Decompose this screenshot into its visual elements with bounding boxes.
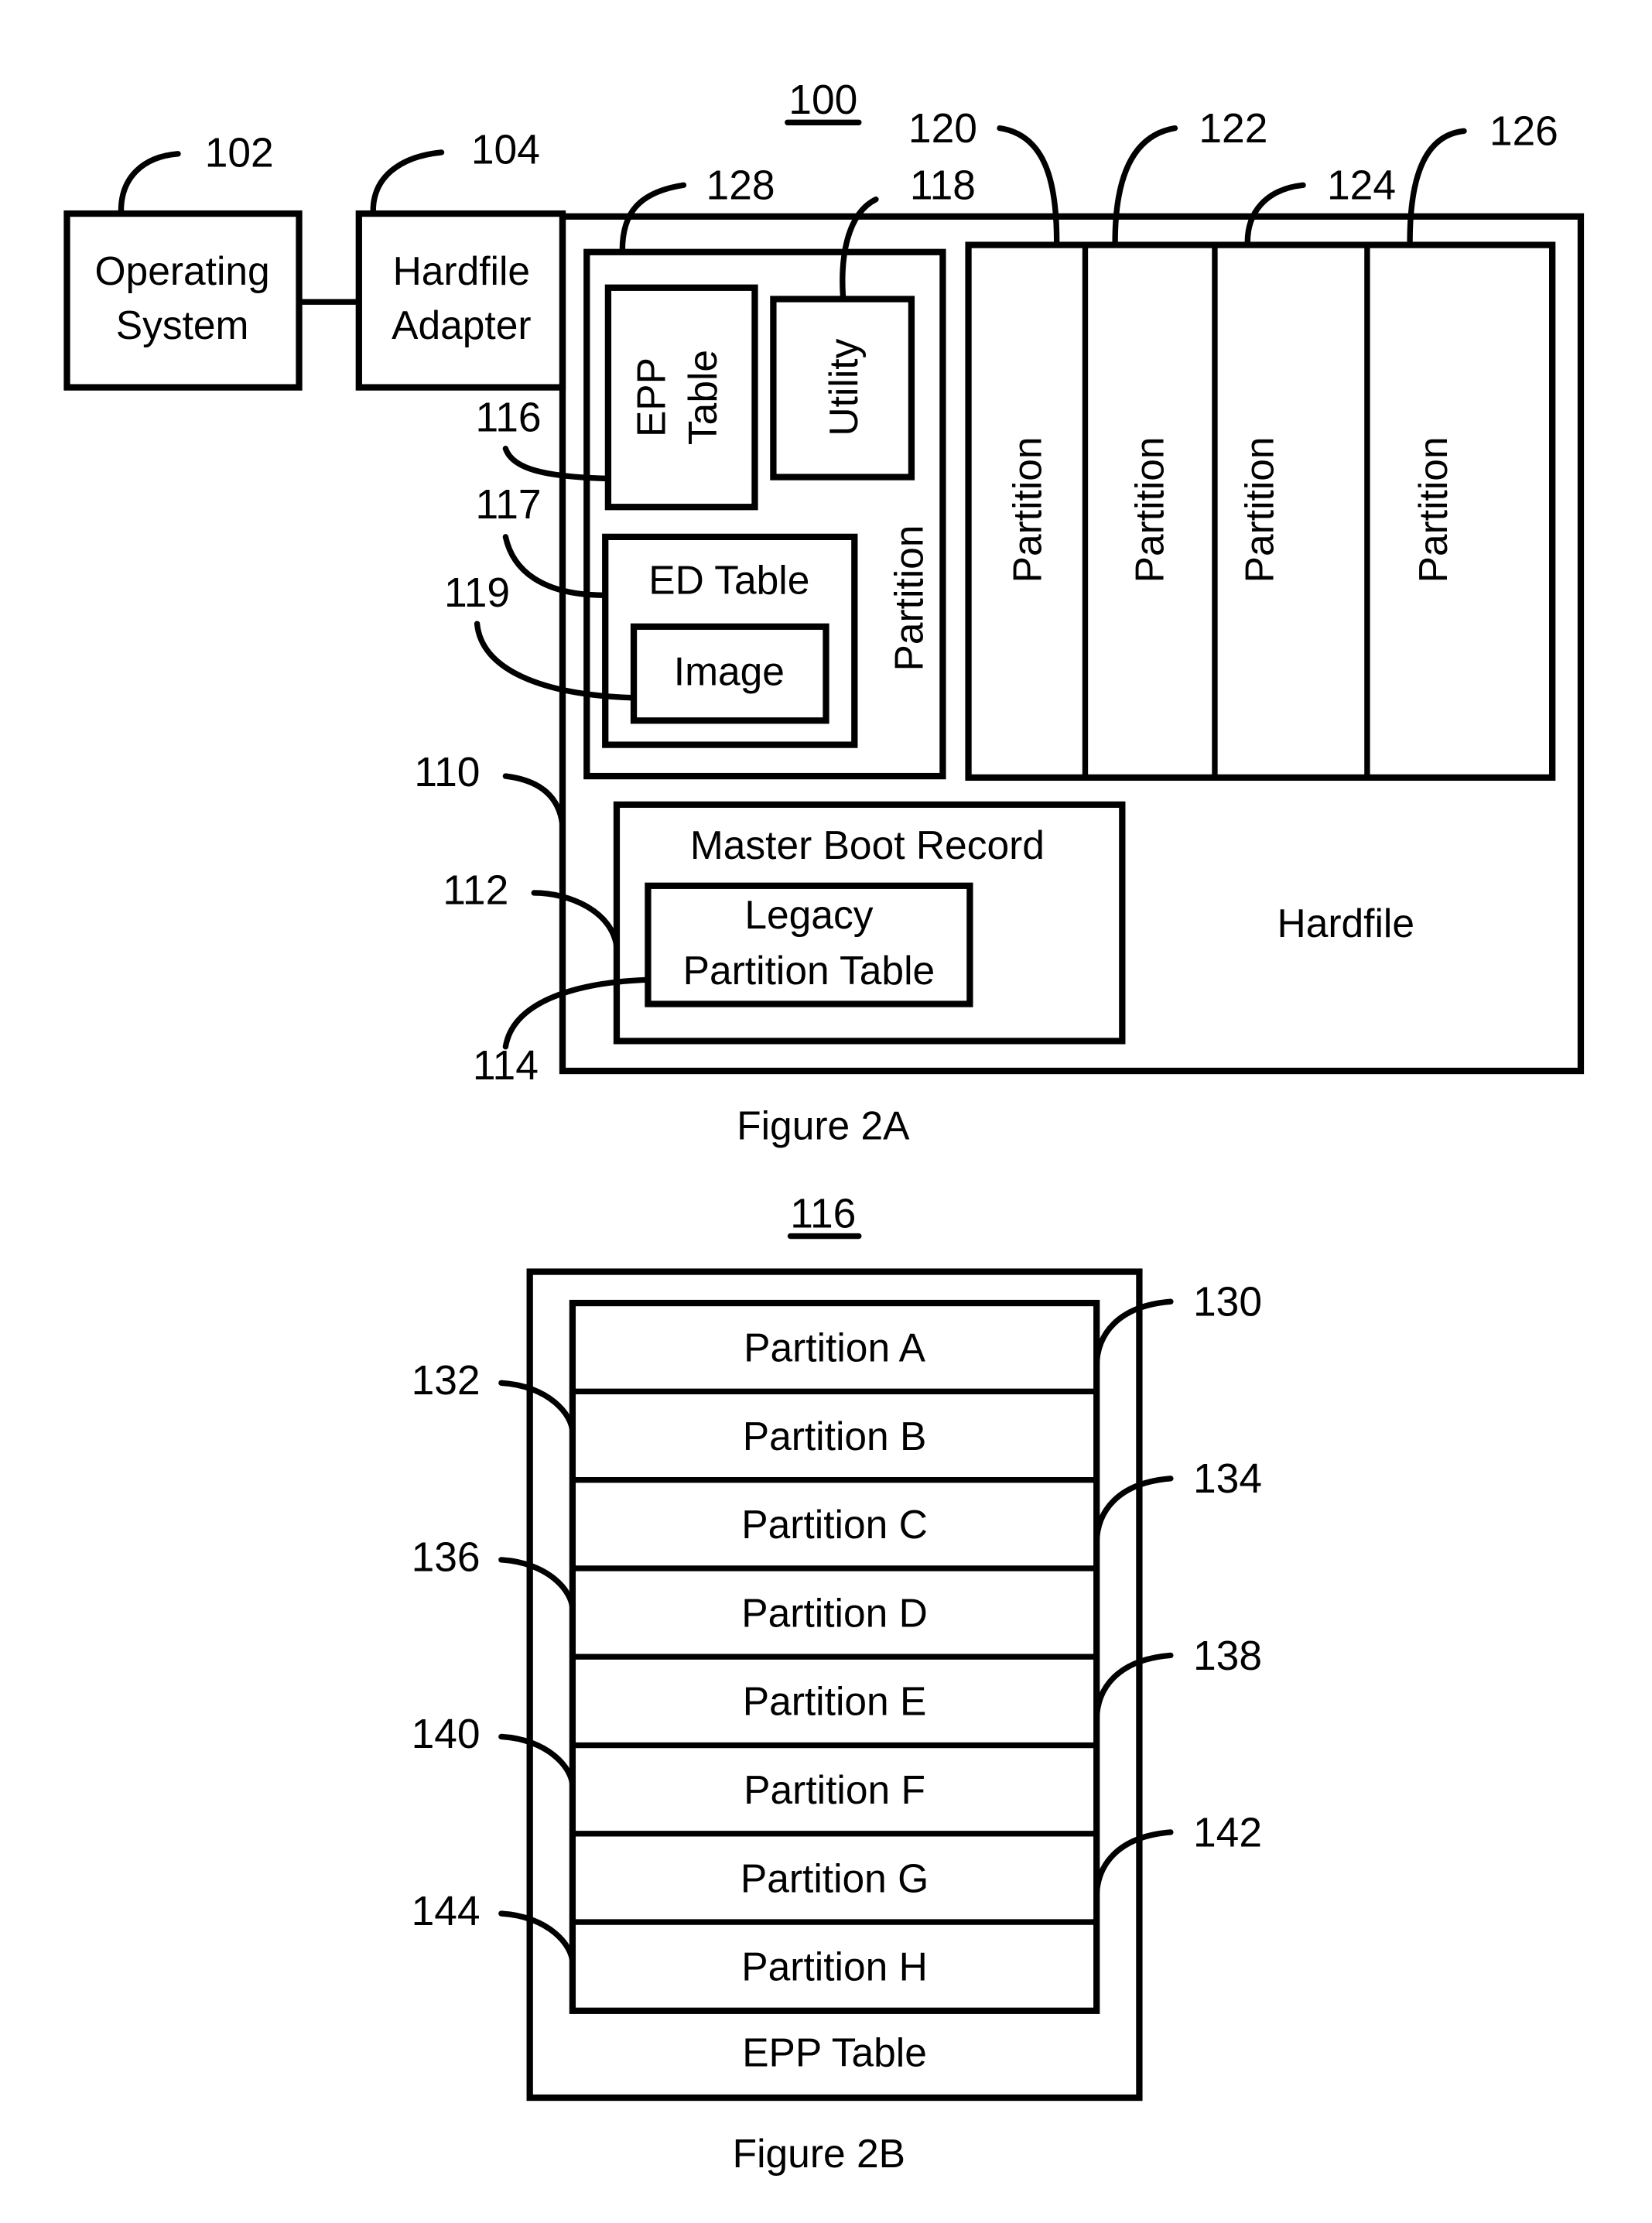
ref-119: 119 bbox=[444, 570, 510, 616]
legacy-partition-table-label-1: Legacy bbox=[744, 892, 873, 937]
ref-144: 144 bbox=[412, 1889, 481, 1934]
epp-table-label-2: Table bbox=[680, 350, 725, 445]
operating-system-label-2: System bbox=[116, 303, 249, 347]
leader-104 bbox=[370, 149, 445, 214]
ref-112: 112 bbox=[443, 868, 508, 914]
utility-partition-label: Partition bbox=[887, 525, 932, 672]
epp-row-label: Partition E bbox=[743, 1679, 927, 1724]
leader-120 bbox=[997, 125, 1060, 245]
epp-row-label: Partition G bbox=[740, 1855, 929, 1900]
master-boot-record-label: Master Boot Record bbox=[690, 823, 1045, 867]
figure-2a-ref: 100 bbox=[788, 77, 857, 123]
epp-row-label: Partition C bbox=[741, 1502, 928, 1547]
epp-row-label: Partition F bbox=[744, 1767, 925, 1812]
leader-132 bbox=[498, 1380, 576, 1436]
ref-110: 110 bbox=[414, 750, 480, 795]
leader-130 bbox=[1093, 1298, 1174, 1370]
leader-119 bbox=[474, 621, 637, 701]
ref-128: 128 bbox=[706, 163, 775, 209]
ref-120: 120 bbox=[908, 106, 977, 152]
operating-system-label-1: Operating bbox=[94, 248, 269, 293]
ref-136: 136 bbox=[412, 1535, 481, 1581]
ref-130: 130 bbox=[1193, 1280, 1262, 1325]
ref-116: 116 bbox=[476, 395, 542, 441]
ref-132: 132 bbox=[412, 1358, 481, 1404]
ed-table-label: ED Table bbox=[648, 557, 809, 602]
leader-140 bbox=[498, 1733, 576, 1790]
epp-row-label: Partition B bbox=[743, 1414, 927, 1459]
ref-122: 122 bbox=[1199, 106, 1267, 152]
ref-102: 102 bbox=[205, 130, 274, 176]
ref-118: 118 bbox=[910, 163, 976, 209]
leader-110 bbox=[502, 773, 566, 829]
leader-138 bbox=[1093, 1652, 1174, 1724]
epp-row-label: Partition H bbox=[741, 1944, 928, 1989]
utility-partition-box bbox=[583, 248, 946, 780]
ref-124: 124 bbox=[1327, 163, 1396, 209]
operating-system-box bbox=[63, 210, 303, 391]
utility-label: Utility bbox=[821, 338, 866, 436]
partition-120-label: Partition bbox=[1004, 436, 1049, 583]
ref-104: 104 bbox=[471, 128, 540, 173]
ref-114: 114 bbox=[473, 1043, 539, 1089]
epp-table-rows: Partition A 130 Partition B 132 Partition C 1… bbox=[412, 1280, 1262, 1989]
leader-112 bbox=[531, 890, 620, 950]
leader-144 bbox=[498, 1910, 576, 1967]
leader-134 bbox=[1093, 1476, 1174, 1548]
patent-figure: 100 Operating System 102 Hardfile Adapte… bbox=[63, 77, 1585, 2176]
epp-row-label: Partition A bbox=[744, 1325, 925, 1370]
ref-134: 134 bbox=[1193, 1456, 1262, 1502]
legacy-partition-table-label-2: Partition Table bbox=[683, 948, 935, 993]
leader-114 bbox=[502, 976, 652, 1050]
ref-142: 142 bbox=[1193, 1810, 1262, 1855]
epp-table-label-1: EPP bbox=[629, 357, 674, 437]
leader-122 bbox=[1112, 125, 1178, 245]
figure-2b-ref: 116 bbox=[790, 1191, 856, 1236]
epp-table-caption-label: EPP Table bbox=[742, 2030, 927, 2075]
image-label: Image bbox=[674, 648, 785, 693]
figure-2a: 100 Operating System 102 Hardfile Adapte… bbox=[63, 77, 1585, 1147]
figure-2b-caption: Figure 2B bbox=[733, 2131, 905, 2176]
leader-102 bbox=[118, 151, 181, 214]
hardfile-box bbox=[559, 213, 1585, 1075]
hardfile-adapter-label-1: Hardfile bbox=[393, 248, 531, 293]
ref-138: 138 bbox=[1193, 1633, 1262, 1679]
figure-2a-caption: Figure 2A bbox=[737, 1103, 910, 1147]
leader-126 bbox=[1407, 128, 1467, 245]
figure-2b: 116 Partition A130Partition B132Partitio… bbox=[412, 1191, 1262, 2176]
partition-122-label: Partition bbox=[1127, 436, 1172, 583]
ref-126: 126 bbox=[1490, 109, 1558, 155]
leader-136 bbox=[498, 1557, 576, 1613]
partition-126-label: Partition bbox=[1411, 436, 1455, 583]
hardfile-label: Hardfile bbox=[1277, 901, 1415, 946]
partition-124-label: Partition bbox=[1236, 436, 1281, 583]
ref-117: 117 bbox=[476, 482, 542, 528]
leader-116 bbox=[502, 446, 611, 482]
hardfile-adapter-label-2: Adapter bbox=[392, 303, 531, 347]
ref-140: 140 bbox=[412, 1712, 481, 1757]
leader-142 bbox=[1093, 1829, 1174, 1901]
epp-row-label: Partition D bbox=[741, 1590, 928, 1635]
leader-117 bbox=[502, 534, 608, 599]
hardfile-adapter-box bbox=[355, 210, 566, 391]
